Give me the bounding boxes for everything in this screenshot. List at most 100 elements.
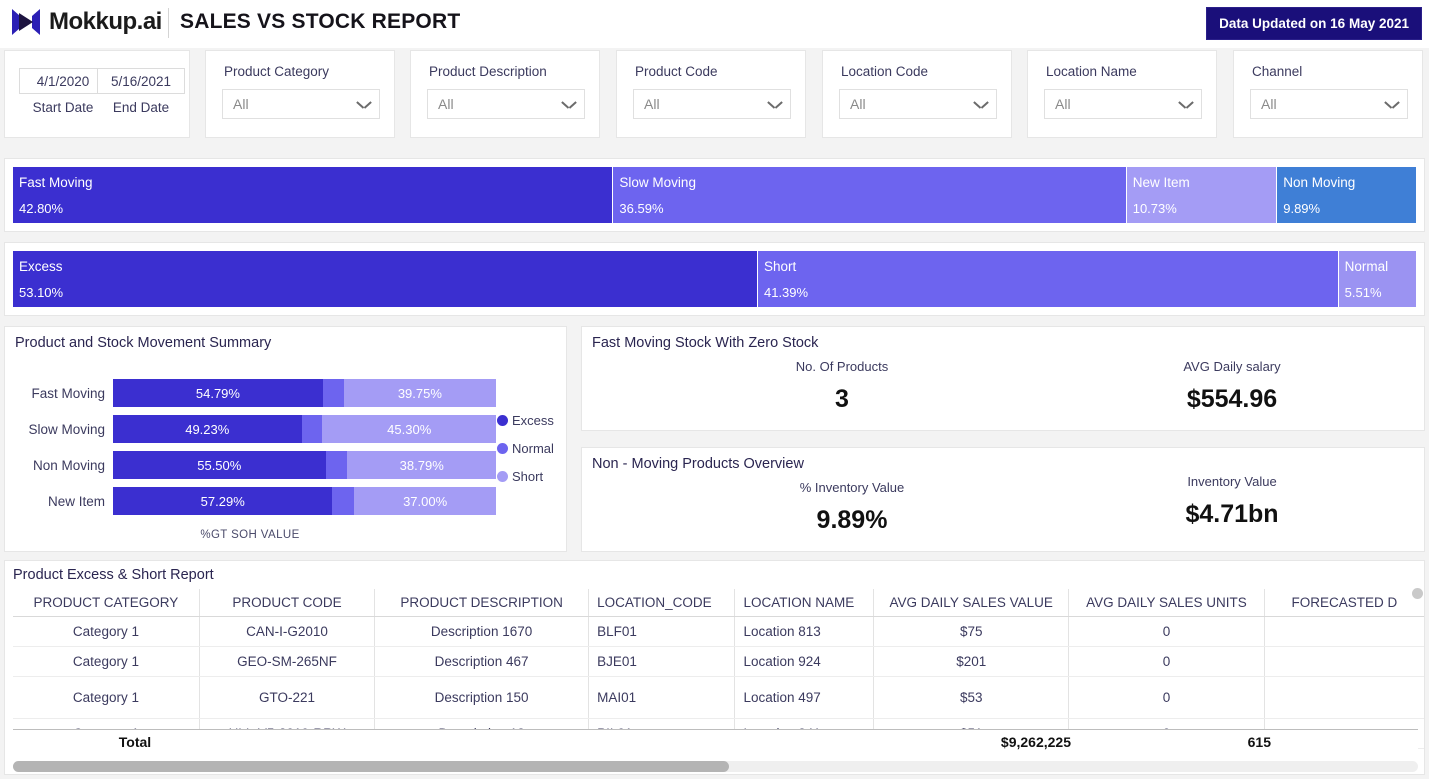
channel-filter[interactable]: Channel All bbox=[1233, 50, 1423, 138]
summary-legend[interactable]: Excess Normal Short bbox=[497, 413, 554, 497]
header-bar: Mokkup.ai SALES VS STOCK REPORT Data Upd… bbox=[0, 0, 1429, 48]
movement-ribbon-chart[interactable]: Fast Moving 42.80% Slow Moving 36.59% New It… bbox=[13, 167, 1416, 223]
brand-logo[interactable]: Mokkup.ai bbox=[10, 7, 162, 37]
product-code-label: Product Code bbox=[635, 64, 718, 79]
summary-bar-segment[interactable]: 45.30% bbox=[322, 415, 496, 443]
kpi1-metric2-label: AVG Daily salary bbox=[1183, 359, 1281, 374]
location-name-select[interactable]: All bbox=[1044, 89, 1202, 119]
table-cell: Location 497 bbox=[734, 676, 874, 719]
summary-bar-segment[interactable] bbox=[301, 415, 323, 443]
data-updated-badge: Data Updated on 16 May 2021 bbox=[1206, 7, 1422, 40]
summary-bars[interactable]: Fast Moving 54.79% 39.75% Slow Moving 49.23%… bbox=[5, 379, 496, 519]
start-date-input[interactable]: 4/1/2020 bbox=[19, 68, 107, 94]
chevron-down-icon bbox=[562, 100, 576, 109]
table-column-header[interactable]: FORECASTED D bbox=[1263, 589, 1424, 617]
summary-bar-segment[interactable]: 55.50% bbox=[113, 451, 326, 479]
table-row[interactable]: Category 1 CAN-I-G2010 Description 1670 BLF… bbox=[13, 616, 1424, 647]
total-label: Total bbox=[118, 734, 152, 750]
ribbon-segment-value: 42.80% bbox=[19, 201, 64, 216]
summary-bar-row[interactable]: Non Moving 55.50% 38.79% bbox=[5, 451, 496, 479]
summary-bar-segment[interactable] bbox=[322, 379, 344, 407]
summary-bar-segment[interactable]: 57.29% bbox=[113, 487, 333, 515]
legend-label: Normal bbox=[512, 441, 554, 456]
legend-item[interactable]: Short bbox=[497, 469, 554, 484]
scrollbar-thumb[interactable] bbox=[13, 761, 729, 772]
title-divider bbox=[168, 8, 169, 38]
product-description-value: All bbox=[438, 96, 454, 112]
table-cell: 0 bbox=[1068, 646, 1265, 677]
dashboard-page: Mokkup.ai SALES VS STOCK REPORT Data Upd… bbox=[0, 0, 1429, 779]
summary-bar-row[interactable]: Fast Moving 54.79% 39.75% bbox=[5, 379, 496, 407]
legend-color-dot bbox=[497, 443, 508, 454]
table-column-header[interactable]: LOCATION NAME bbox=[734, 589, 874, 617]
location-code-filter[interactable]: Location Code All bbox=[822, 50, 1012, 138]
table-cell bbox=[1263, 616, 1424, 647]
summary-bar-segment[interactable]: 37.00% bbox=[354, 487, 496, 515]
product-category-filter[interactable]: Product Category All bbox=[205, 50, 395, 138]
kpi1-metric1-value: 3 bbox=[835, 385, 849, 413]
summary-bar-row[interactable]: Slow Moving 49.23% 45.30% bbox=[5, 415, 496, 443]
horizontal-scrollbar[interactable] bbox=[13, 761, 1418, 772]
product-category-select[interactable]: All bbox=[222, 89, 380, 119]
start-date-label: Start Date bbox=[32, 100, 94, 115]
table-column-header[interactable]: AVG DAILY SALES VALUE bbox=[873, 589, 1069, 617]
table-column-header[interactable]: AVG DAILY SALES UNITS bbox=[1068, 589, 1265, 617]
chevron-down-icon bbox=[357, 100, 371, 109]
product-code-select[interactable]: All bbox=[633, 89, 791, 119]
table-cell: GEO-SM-265NF bbox=[198, 646, 375, 677]
product-excess-short-report: Product Excess & Short Report PRODUCT CA… bbox=[4, 560, 1425, 775]
end-date-input[interactable]: 5/16/2021 bbox=[97, 68, 185, 94]
table-column-header[interactable]: PRODUCT CATEGORY bbox=[13, 589, 200, 617]
report-table[interactable]: PRODUCT CATEGORY PRODUCT CODE PRODUCT DESC… bbox=[13, 589, 1424, 749]
summary-bar-segment[interactable] bbox=[332, 487, 355, 515]
summary-bar-category: Fast Moving bbox=[31, 385, 105, 401]
stock-status-ribbon-chart[interactable]: Excess 53.10% Short 41.39% Normal 5.51% bbox=[13, 251, 1416, 307]
ribbon-segment[interactable]: Normal 5.51% bbox=[1338, 251, 1416, 307]
legend-item[interactable]: Normal bbox=[497, 441, 554, 456]
ribbon-segment[interactable]: Short 41.39% bbox=[757, 251, 1339, 307]
summary-bar-row[interactable]: New Item 57.29% 37.00% bbox=[5, 487, 496, 515]
ribbon-segment[interactable]: Non Moving 9.89% bbox=[1277, 167, 1416, 223]
kpi2-metric1-label: % Inventory Value bbox=[799, 480, 905, 495]
kpi2-title: Non - Moving Products Overview bbox=[592, 456, 804, 472]
fast-moving-zero-stock-card: Fast Moving Stock With Zero Stock No. Of… bbox=[581, 326, 1425, 431]
summary-bar-segment[interactable]: 38.79% bbox=[347, 451, 496, 479]
ribbon-segment[interactable]: New Item 10.73% bbox=[1126, 167, 1278, 223]
legend-item[interactable]: Excess bbox=[497, 413, 554, 428]
table-column-header[interactable]: PRODUCT CODE bbox=[198, 589, 375, 617]
ribbon-segment-label: Short bbox=[763, 259, 797, 274]
channel-select[interactable]: All bbox=[1250, 89, 1408, 119]
summary-bar-segment[interactable]: 54.79% bbox=[113, 379, 323, 407]
product-code-filter[interactable]: Product Code All bbox=[616, 50, 806, 138]
table-row[interactable]: Category 1 GEO-SM-265NF Description 467 BJE… bbox=[13, 646, 1424, 677]
summary-bar-segment[interactable] bbox=[325, 451, 348, 479]
table-cell: MAI01 bbox=[588, 676, 735, 719]
total-sales-units: 615 bbox=[1247, 734, 1271, 750]
product-description-filter[interactable]: Product Description All bbox=[410, 50, 600, 138]
ribbon-segment[interactable]: Slow Moving 36.59% bbox=[613, 167, 1127, 223]
date-range-filter[interactable]: 4/1/2020 5/16/2021 Start Date End Date bbox=[4, 50, 190, 138]
table-column-header[interactable]: PRODUCT DESCRIPTION bbox=[374, 589, 589, 617]
mokkup-m-logo-icon bbox=[10, 7, 42, 37]
table-cell: 0 bbox=[1068, 676, 1265, 719]
table-cell: Category 1 bbox=[13, 676, 200, 719]
legend-label: Excess bbox=[512, 413, 554, 428]
table-scroll-indicator[interactable] bbox=[1412, 588, 1423, 599]
location-name-value: All bbox=[1055, 96, 1071, 112]
summary-bar-segment[interactable]: 39.75% bbox=[343, 379, 496, 407]
summary-bar-segment[interactable]: 49.23% bbox=[113, 415, 302, 443]
ribbon-segment-value: 53.10% bbox=[19, 285, 64, 300]
kpi2-metric1-value: 9.89% bbox=[816, 506, 888, 534]
ribbon-segment[interactable]: Excess 53.10% bbox=[13, 251, 758, 307]
summary-bar-track: 57.29% 37.00% bbox=[113, 487, 496, 515]
location-code-select[interactable]: All bbox=[839, 89, 997, 119]
summary-panel-title: Product and Stock Movement Summary bbox=[15, 335, 272, 351]
ribbon-segment[interactable]: Fast Moving 42.80% bbox=[13, 167, 614, 223]
product-description-select[interactable]: All bbox=[427, 89, 585, 119]
chevron-down-icon bbox=[974, 100, 988, 109]
table-column-header[interactable]: LOCATION_CODE bbox=[588, 589, 735, 617]
summary-bar-track: 49.23% 45.30% bbox=[113, 415, 496, 443]
table-row[interactable]: Category 1 GTO-221 Description 150 MAI01 Loc… bbox=[13, 676, 1424, 719]
location-name-filter[interactable]: Location Name All bbox=[1027, 50, 1217, 138]
summary-bar-category: Slow Moving bbox=[28, 421, 105, 437]
